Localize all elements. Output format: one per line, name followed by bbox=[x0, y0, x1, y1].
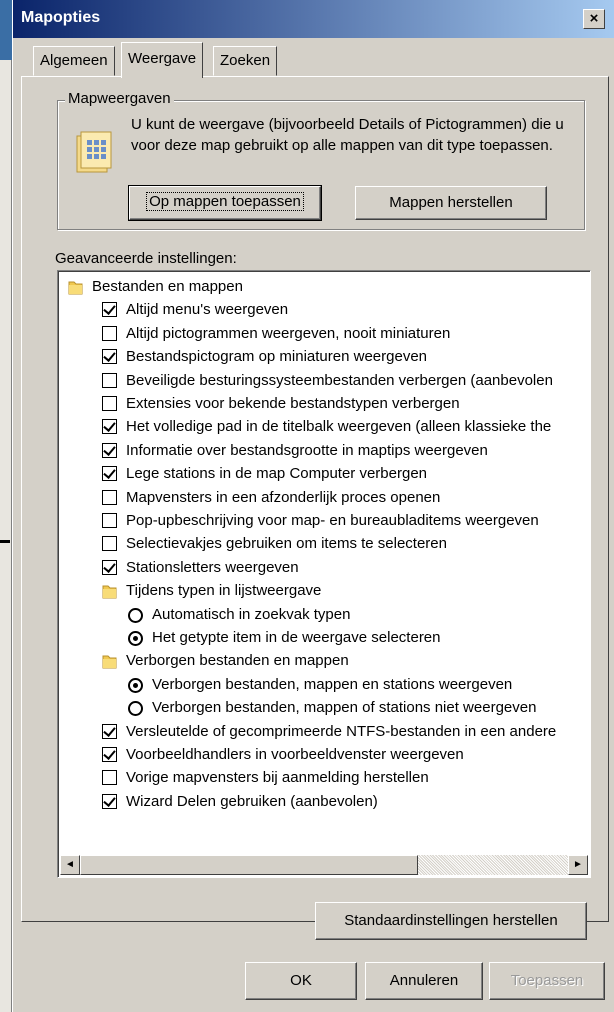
close-button[interactable]: × bbox=[583, 9, 605, 29]
apply-to-folders-button[interactable]: Op mappen toepassen bbox=[128, 185, 322, 221]
option-label: Altijd menu's weergeven bbox=[126, 301, 289, 319]
folder-icon bbox=[102, 585, 117, 599]
option-label: Selectievakjes gebruiken om items te sel… bbox=[126, 535, 447, 553]
horizontal-scrollbar[interactable]: ◄ ► bbox=[60, 855, 588, 875]
option-label: Altijd pictogrammen weergeven, nooit min… bbox=[126, 324, 451, 342]
checkbox[interactable] bbox=[102, 747, 117, 762]
option-label: Stationsletters weergeven bbox=[126, 558, 299, 576]
folder-icon bbox=[102, 655, 117, 669]
checkbox[interactable] bbox=[102, 770, 117, 786]
advanced-settings-label: Geavanceerde instellingen: bbox=[55, 250, 237, 267]
option-label: Voorbeeldhandlers in voorbeeldvenster we… bbox=[126, 746, 464, 763]
option-label: Bestanden en mappen bbox=[92, 278, 243, 295]
radio-button[interactable] bbox=[128, 607, 143, 623]
folder-views-icon bbox=[76, 131, 112, 173]
tab-algemeen[interactable]: Algemeen bbox=[33, 46, 115, 76]
apply-button[interactable]: Toepassen bbox=[489, 962, 605, 1000]
radio-button[interactable] bbox=[128, 631, 143, 646]
option-label: Versleutelde of gecomprimeerde NTFS-best… bbox=[126, 722, 557, 740]
checkbox[interactable] bbox=[102, 793, 117, 809]
background-mark bbox=[0, 540, 10, 543]
checkbox[interactable] bbox=[102, 489, 117, 505]
reset-folders-button[interactable]: Mappen herstellen bbox=[355, 186, 547, 220]
cancel-button[interactable]: Annuleren bbox=[365, 962, 483, 1000]
checkbox[interactable] bbox=[102, 536, 117, 552]
checkbox[interactable] bbox=[102, 723, 117, 739]
checkbox[interactable] bbox=[102, 349, 117, 365]
option-label: Mapvensters in een afzonderlijk proces o… bbox=[126, 488, 441, 506]
window-title: Mapopties bbox=[21, 9, 101, 26]
option-label: Vorige mapvensters bij aanmelding herste… bbox=[126, 769, 429, 787]
apply-to-folders-label: Op mappen toepassen bbox=[146, 192, 304, 211]
option-label: Het volledige pad in de titelbalk weerge… bbox=[126, 418, 552, 436]
ok-button[interactable]: OK bbox=[245, 962, 357, 1000]
background-titlebar-fragment bbox=[0, 0, 12, 60]
restore-defaults-button[interactable]: Standaardinstellingen herstellen bbox=[315, 902, 587, 940]
option-label: Lege stations in de map Computer verberg… bbox=[126, 465, 428, 483]
checkbox[interactable] bbox=[102, 325, 117, 341]
option-label: Wizard Delen gebruiken (aanbevolen) bbox=[126, 792, 378, 810]
scroll-left-arrow[interactable]: ◄ bbox=[60, 855, 80, 875]
tab-weergave[interactable]: Weergave bbox=[121, 42, 204, 78]
scroll-thumb[interactable] bbox=[80, 855, 418, 875]
radio-button[interactable] bbox=[128, 701, 143, 717]
checkbox[interactable] bbox=[102, 466, 117, 482]
option-label: Verborgen bestanden, mappen en stations … bbox=[152, 675, 513, 693]
option-label: Het getypte item in de weergave selecter… bbox=[152, 629, 441, 646]
checkbox[interactable] bbox=[102, 419, 117, 435]
checkbox[interactable] bbox=[102, 442, 117, 458]
option-label: Bestandspictogram op miniaturen weergeve… bbox=[126, 348, 428, 366]
option-label: Extensies voor bekende bestandstypen ver… bbox=[126, 395, 460, 412]
checkbox[interactable] bbox=[102, 302, 117, 318]
option-label: Tijdens typen in lijstweergave bbox=[126, 582, 322, 600]
folder-icon bbox=[68, 281, 83, 295]
background-window-edge bbox=[0, 0, 12, 1012]
title-bar[interactable]: Mapopties × bbox=[13, 0, 614, 38]
option-label: Verborgen bestanden en mappen bbox=[126, 652, 349, 670]
advanced-settings-list[interactable]: Wizard Delen gebruiken (aanbevolen) Vorig… bbox=[57, 270, 591, 878]
option-label: Informatie over bestandsgrootte in mapti… bbox=[126, 441, 488, 459]
scroll-right-arrow[interactable]: ► bbox=[568, 855, 588, 875]
folder-views-description: U kunt de weergave (bijvoorbeeld Details… bbox=[131, 116, 564, 154]
group-label: Mapweergaven bbox=[65, 90, 174, 107]
checkbox[interactable] bbox=[102, 513, 117, 528]
folder-options-dialog: Mapopties × Algemeen Weergave Zoeken Map… bbox=[12, 0, 614, 1012]
option-label: Beveiligde besturingssysteembestanden ve… bbox=[126, 371, 553, 389]
tab-zoeken[interactable]: Zoeken bbox=[213, 46, 278, 76]
option-label: Automatisch in zoekvak typen bbox=[152, 605, 351, 623]
option-label: Pop-upbeschrijving voor map- en bureaubl… bbox=[126, 512, 539, 529]
checkbox[interactable] bbox=[102, 559, 117, 575]
radio-button[interactable] bbox=[128, 677, 143, 693]
checkbox[interactable] bbox=[102, 396, 117, 411]
checkbox[interactable] bbox=[102, 372, 117, 388]
option-label: Verborgen bestanden, mappen of stations … bbox=[152, 699, 537, 717]
